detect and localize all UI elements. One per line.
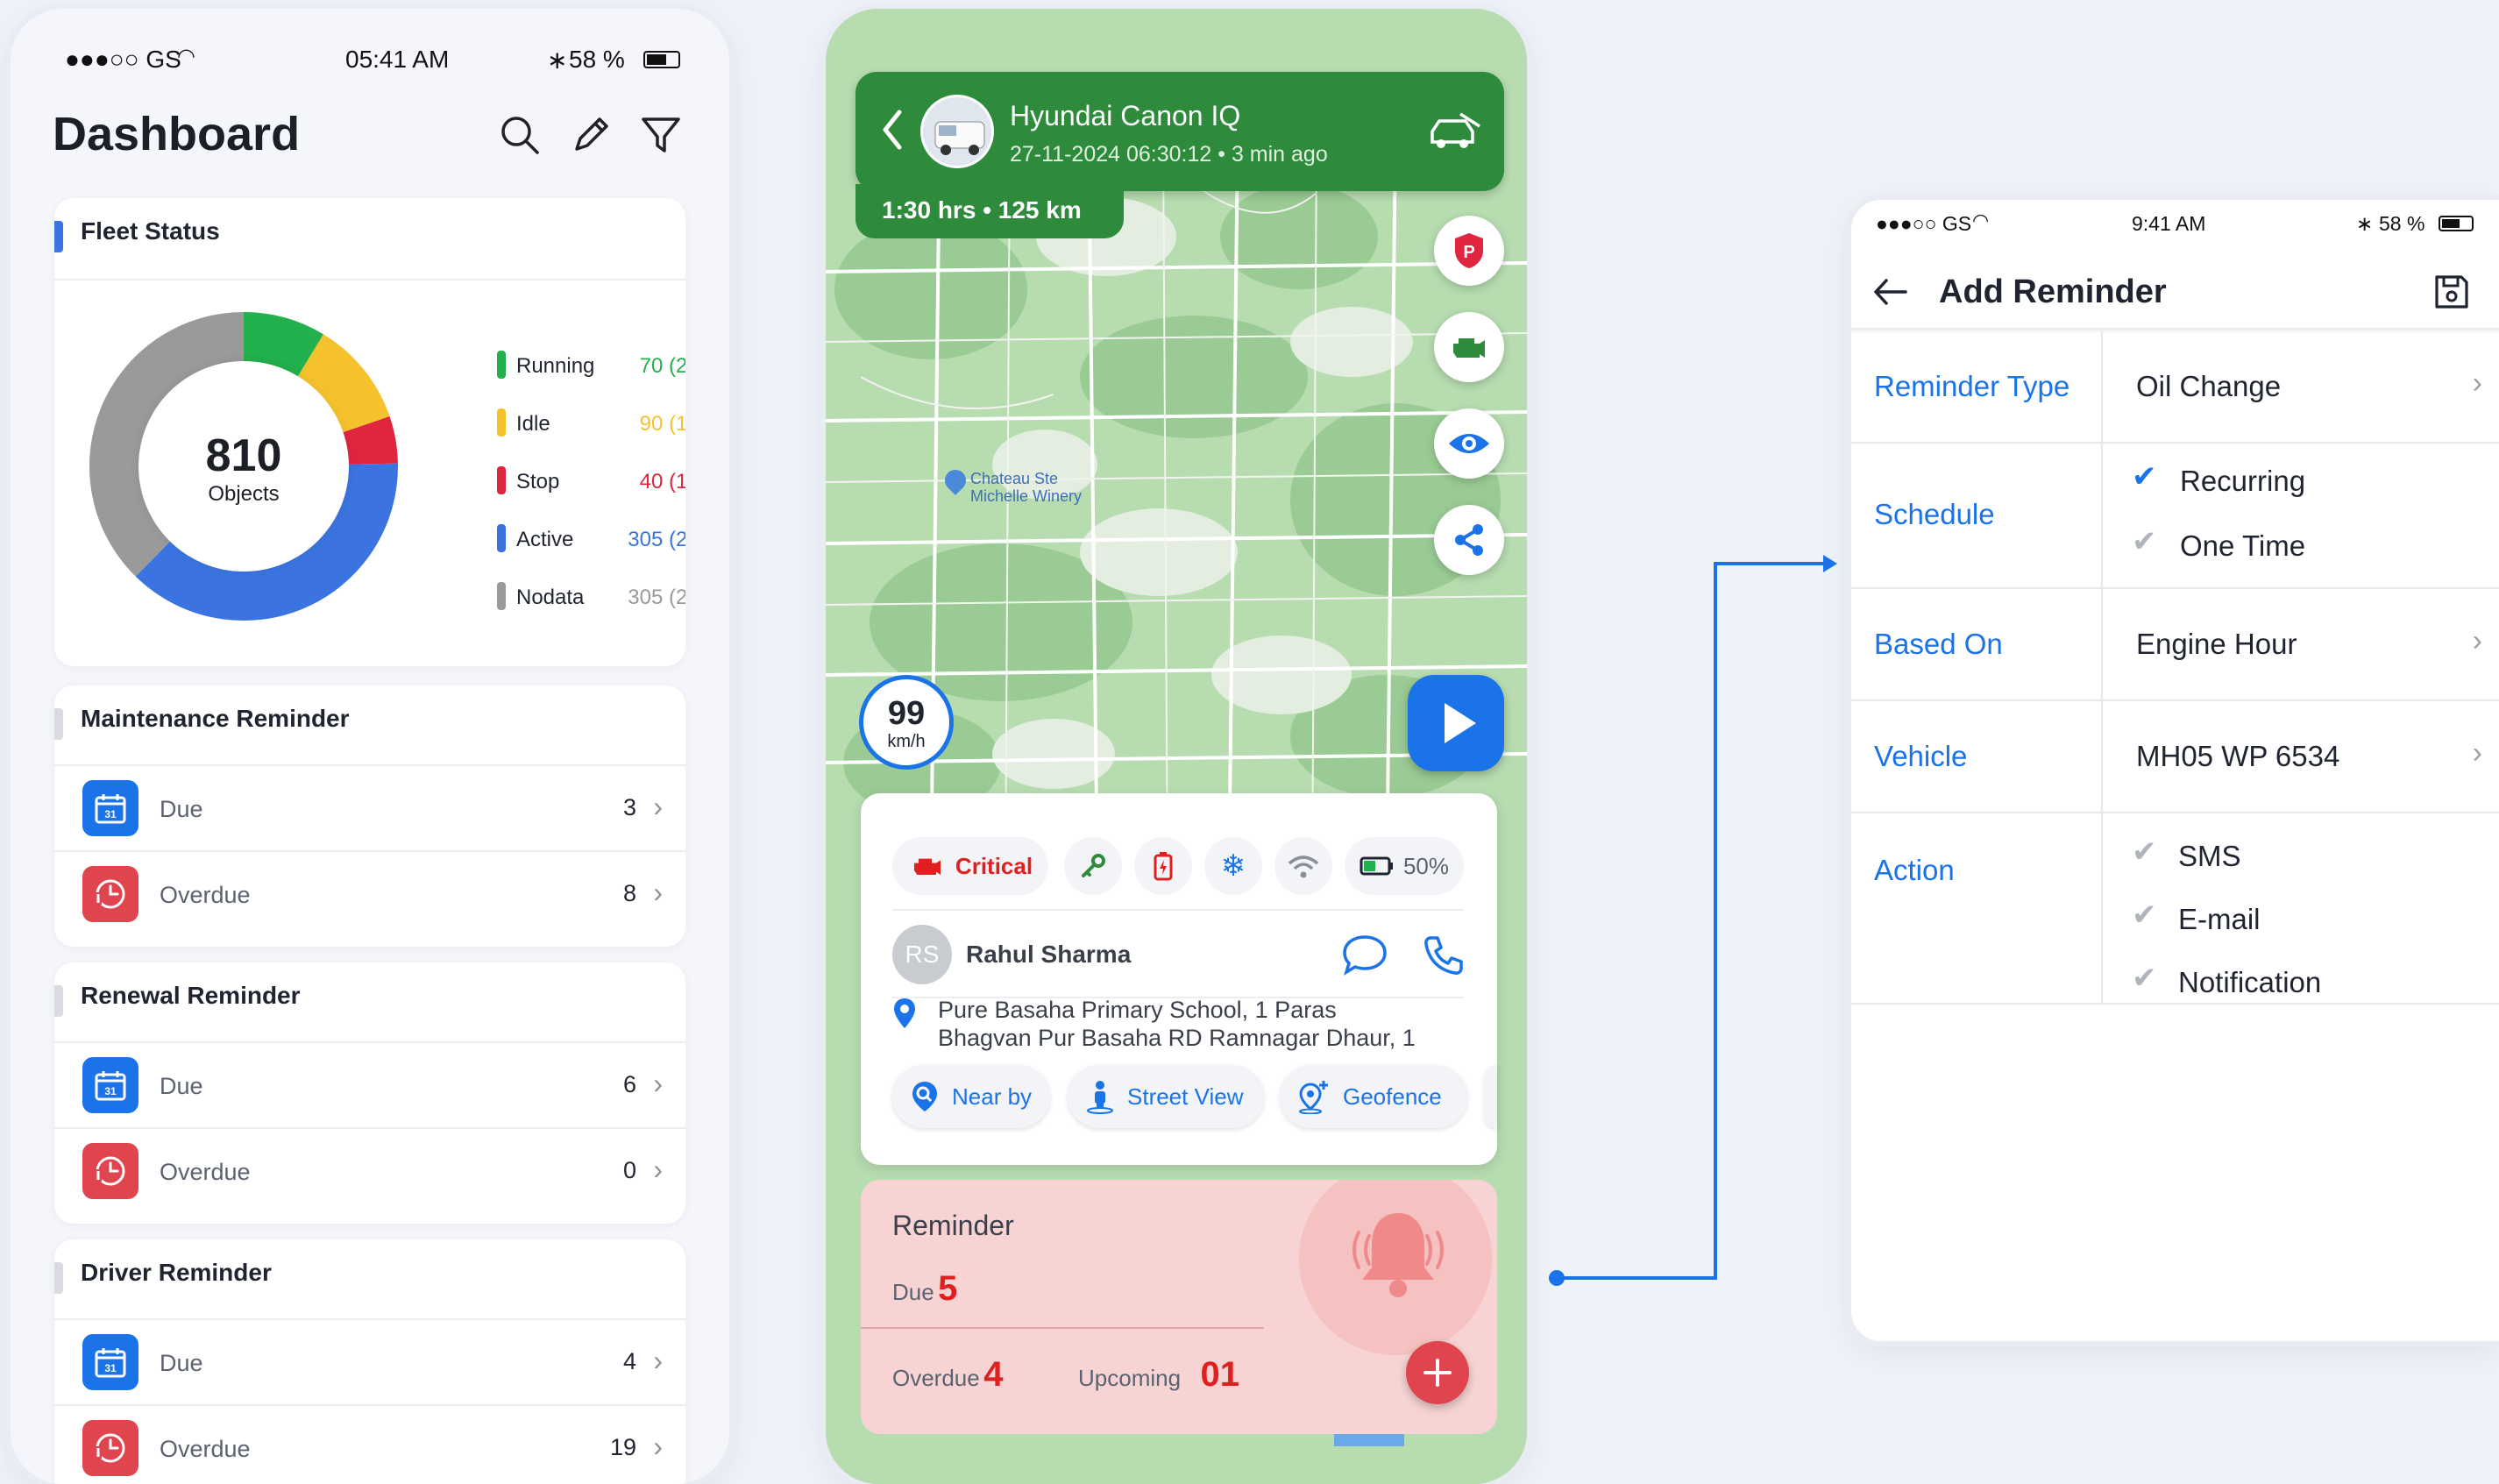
- schedule-row: Schedule ✔ Recurring ✔ One Time: [1851, 444, 2499, 589]
- one-time-option[interactable]: One Time: [2180, 529, 2305, 563]
- sms-check-icon[interactable]: ✔: [2132, 834, 2157, 870]
- reminder-type-label: Reminder Type: [1874, 370, 2070, 402]
- add-reminder-screen: ●●●○○ GS ◠ 9:41 AM ∗ 58 % Add Reminder R…: [1851, 200, 2499, 1341]
- one-time-check-icon[interactable]: ✔: [2132, 524, 2157, 559]
- reminder-type-value: Oil Change: [2136, 370, 2282, 402]
- chevron-right-icon: ›: [2472, 366, 2482, 400]
- notification-check-icon[interactable]: ✔: [2132, 961, 2157, 996]
- bluetooth-icon: ∗: [2356, 212, 2374, 235]
- based-on-value: Engine Hour: [2136, 628, 2297, 660]
- wifi-icon: ◠: [1972, 209, 1990, 231]
- reminder-type-row[interactable]: Reminder Type Oil Change ›: [1851, 331, 2499, 444]
- status-bar: ●●●○○ GS ◠ 9:41 AM ∗ 58 %: [1876, 209, 2481, 242]
- sms-option[interactable]: SMS: [2178, 840, 2241, 873]
- chevron-right-icon: ›: [2472, 624, 2482, 657]
- recurring-check-icon[interactable]: ✔: [2132, 459, 2157, 494]
- carrier-label: ●●●○○ GS: [1876, 212, 1972, 235]
- based-on-label: Based On: [1874, 628, 2003, 660]
- battery-icon: [2439, 216, 2474, 231]
- schedule-label: Schedule: [1874, 498, 1995, 530]
- chevron-right-icon: ›: [2472, 736, 2482, 770]
- vehicle-label: Vehicle: [1874, 740, 1968, 772]
- save-icon[interactable]: [2432, 272, 2472, 312]
- page-title: Add Reminder: [1939, 273, 2167, 310]
- action-row: Action ✔ SMS ✔ E-mail ✔ Notification: [1851, 813, 2499, 1005]
- based-on-row[interactable]: Based On Engine Hour ›: [1851, 589, 2499, 701]
- email-check-icon[interactable]: ✔: [2132, 898, 2157, 933]
- back-arrow-icon[interactable]: [1871, 272, 1911, 312]
- clock-label: 9:41 AM: [2132, 212, 2206, 235]
- notification-option[interactable]: Notification: [2178, 966, 2321, 999]
- email-option[interactable]: E-mail: [2178, 903, 2261, 936]
- vehicle-value: MH05 WP 6534: [2136, 740, 2340, 772]
- vehicle-row[interactable]: Vehicle MH05 WP 6534 ›: [1851, 701, 2499, 813]
- recurring-option[interactable]: Recurring: [2180, 465, 2305, 498]
- action-label: Action: [1874, 854, 1955, 886]
- battery-label: 58 %: [2379, 212, 2425, 235]
